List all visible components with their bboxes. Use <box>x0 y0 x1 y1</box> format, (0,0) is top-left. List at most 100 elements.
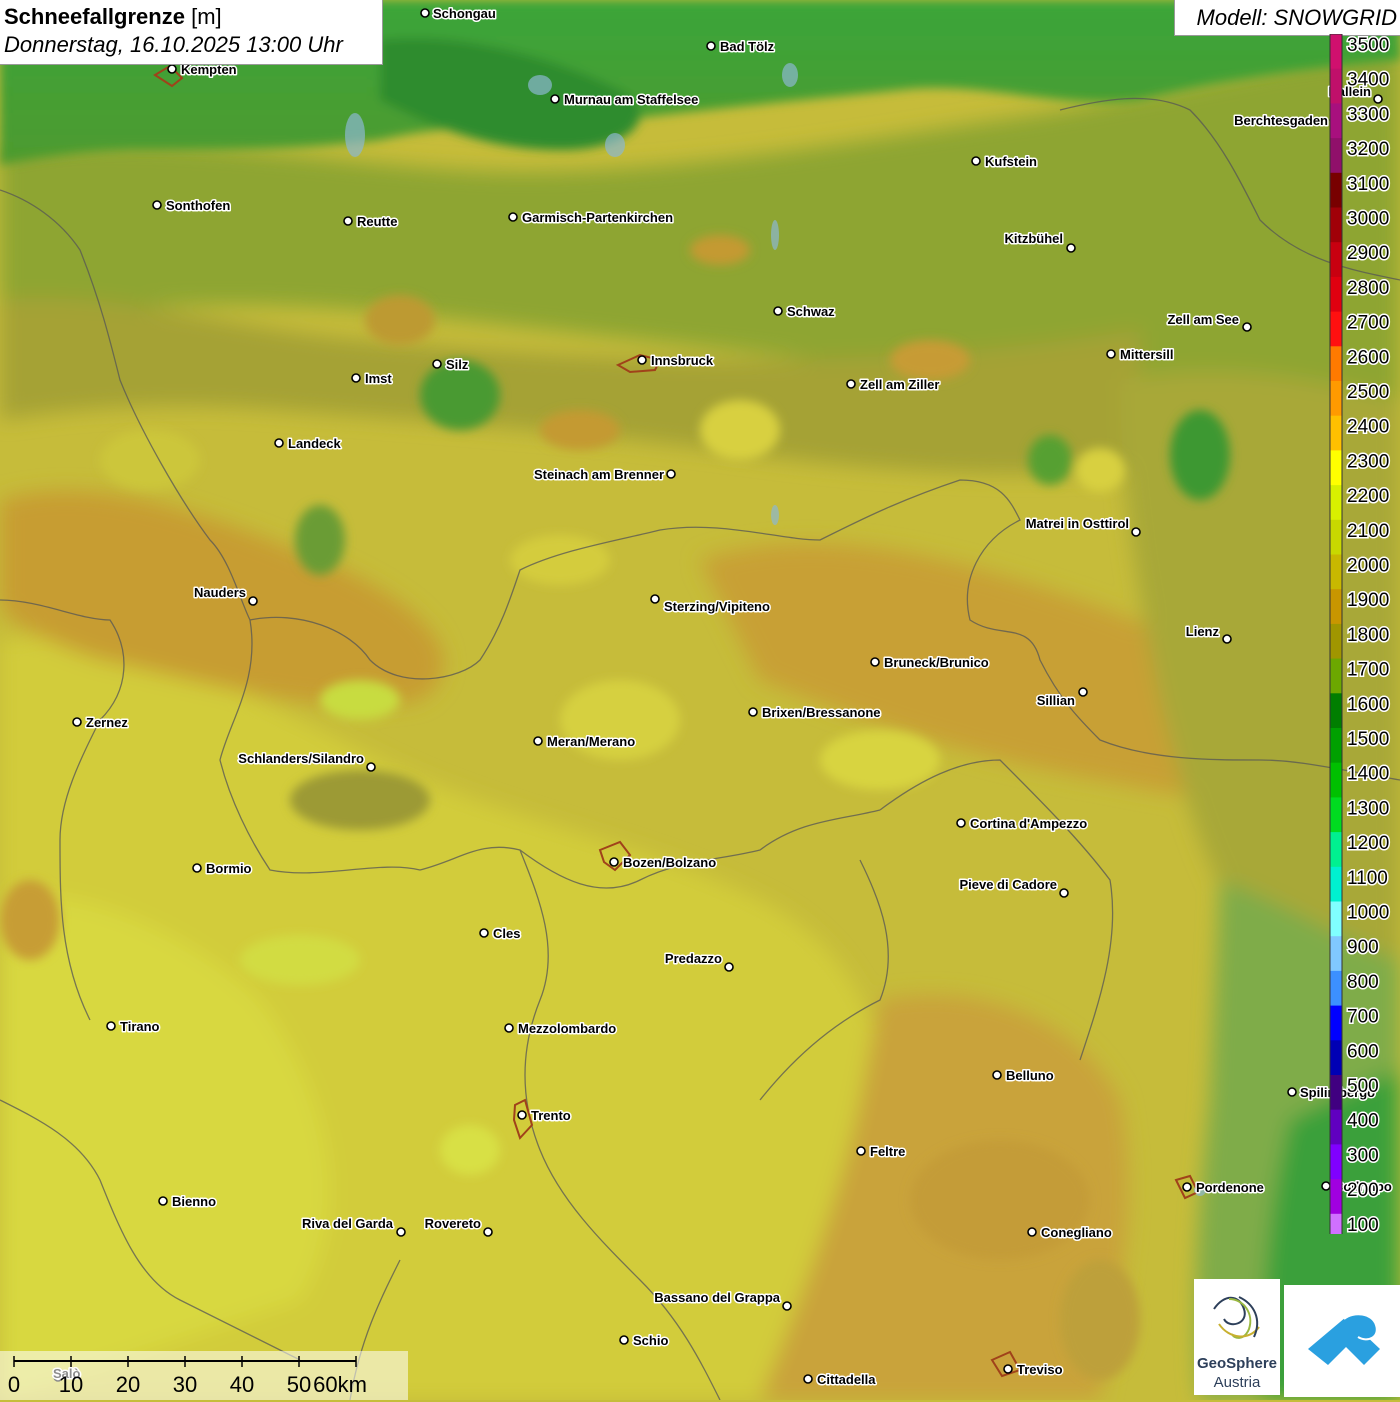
city-label: Tirano <box>120 1019 160 1034</box>
legend-swatch <box>1330 797 1342 833</box>
city-dot <box>396 1227 406 1237</box>
city-dot <box>483 1227 493 1237</box>
city-label: Riva del Garda <box>302 1216 394 1231</box>
city-label: Cittadella <box>817 1372 876 1387</box>
legend-swatch <box>1330 103 1342 139</box>
legend-swatch <box>1330 1179 1342 1215</box>
city-label: Silz <box>446 357 469 372</box>
city-dot <box>343 216 353 226</box>
city-marker: Murnau am Staffelsee <box>550 91 700 109</box>
city-dot <box>72 717 82 727</box>
city-marker: Steinach am Brenner <box>532 466 676 484</box>
city-label: Mezzolombardo <box>518 1021 616 1036</box>
legend-swatch <box>1330 1213 1342 1234</box>
legend-swatch <box>1330 1005 1342 1041</box>
legend-tick-label: 1500 <box>1347 729 1389 750</box>
city-marker: Zell am Ziller <box>846 376 941 394</box>
scalebar-label: 0 <box>8 1372 20 1397</box>
city-dot <box>724 962 734 972</box>
city-dot <box>1003 1364 1013 1374</box>
city-label: Treviso <box>1017 1362 1063 1377</box>
city-dot <box>1182 1182 1192 1192</box>
city-dot <box>992 1070 1002 1080</box>
legend-tick-label: 3300 <box>1347 104 1389 125</box>
city-marker: Bruneck/Brunico <box>870 654 990 672</box>
legend-tick-label: 2900 <box>1347 243 1389 264</box>
city-label: Sterzing/Vipiteno <box>664 599 770 614</box>
city-dot <box>803 1374 813 1384</box>
city-label: Nauders <box>194 585 246 600</box>
city-label: Belluno <box>1006 1068 1054 1083</box>
legend-swatch <box>1330 172 1342 208</box>
scalebar-label: 50 <box>287 1372 311 1397</box>
city-label: Reutte <box>357 214 397 229</box>
city-dot <box>479 928 489 938</box>
legend-swatch <box>1330 1144 1342 1180</box>
geosphere-line2: Austria <box>1213 1374 1261 1391</box>
legend-tick-label: 1000 <box>1347 903 1389 924</box>
city-dot <box>870 657 880 667</box>
scalebar-label: 20 <box>116 1372 140 1397</box>
legend-swatch <box>1330 693 1342 729</box>
legend-swatch <box>1330 138 1342 174</box>
city-marker: Meran/Merano <box>533 733 637 751</box>
scalebar-label: 60km <box>313 1372 367 1397</box>
city-label: Pieve di Cadore <box>959 877 1057 892</box>
legend-swatch <box>1330 34 1342 70</box>
city-marker: Bozen/Bolzano <box>609 854 718 872</box>
city-dot <box>1027 1227 1037 1237</box>
city-label: Sonthofen <box>166 198 230 213</box>
city-label: Bruneck/Brunico <box>884 655 989 670</box>
legend-tick-label: 800 <box>1347 972 1379 993</box>
app-logo <box>1284 1285 1400 1397</box>
map-datetime: Donnerstag, 16.10.2025 13:00 Uhr <box>4 32 343 57</box>
city-label: Kufstein <box>985 154 1037 169</box>
legend-swatch <box>1330 1109 1342 1145</box>
city-dot <box>1131 527 1141 537</box>
legend-tick-label: 400 <box>1347 1111 1379 1132</box>
geosphere-line1: GeoSphere <box>1196 1355 1278 1372</box>
legend-tick-label: 1400 <box>1347 764 1389 785</box>
legend-tick-label: 300 <box>1347 1145 1379 1166</box>
legend-swatch <box>1330 762 1342 798</box>
scalebar-label: 10 <box>59 1372 83 1397</box>
legend-tick-label: 2500 <box>1347 382 1389 403</box>
city-dot <box>274 438 284 448</box>
city-label: Landeck <box>288 436 342 451</box>
legend-swatch <box>1330 623 1342 660</box>
city-marker: Brixen/Bressanone <box>748 704 882 722</box>
city-label: Imst <box>365 371 392 386</box>
city-dot <box>609 857 619 867</box>
city-dot <box>432 359 442 369</box>
legend-swatch <box>1330 554 1342 590</box>
legend-swatch <box>1330 1075 1342 1111</box>
city-label: Bozen/Bolzano <box>623 855 716 870</box>
legend-tick-label: 2600 <box>1347 347 1389 368</box>
city-dot <box>971 156 981 166</box>
legend-swatch <box>1330 276 1342 313</box>
city-label: Schwaz <box>787 304 835 319</box>
legend-colorbar: 3500 3400 3300 3200 3100 3000 2900 2800 2700 2600… <box>1329 34 1391 1234</box>
legend-swatch <box>1330 728 1342 764</box>
city-label: Garmisch-Partenkirchen <box>522 210 673 225</box>
city-dot <box>248 596 258 606</box>
scalebar-label: 40 <box>230 1372 254 1397</box>
city-dot <box>666 469 676 479</box>
city-dot <box>106 1021 116 1031</box>
legend-tick-label: 900 <box>1347 937 1379 958</box>
city-dot <box>158 1196 168 1206</box>
city-dot <box>1242 322 1252 332</box>
city-label: Schongau <box>433 6 496 21</box>
snow-arrow-icon <box>1308 1313 1380 1365</box>
legend-tick-label: 3500 <box>1347 35 1389 56</box>
city-dot <box>517 1110 527 1120</box>
legend-tick-label: 2000 <box>1347 556 1389 577</box>
city-label: Trento <box>531 1108 571 1123</box>
legend-tick-label: 1700 <box>1347 660 1389 681</box>
city-marker: Mezzolombardo <box>504 1020 618 1038</box>
city-dot <box>706 41 716 51</box>
city-dot <box>508 212 518 222</box>
legend-tick-label: 1800 <box>1347 625 1389 646</box>
scalebar: 0 10 20 30 40 50 60km <box>0 1351 408 1400</box>
city-label: Zell am Ziller <box>860 377 939 392</box>
